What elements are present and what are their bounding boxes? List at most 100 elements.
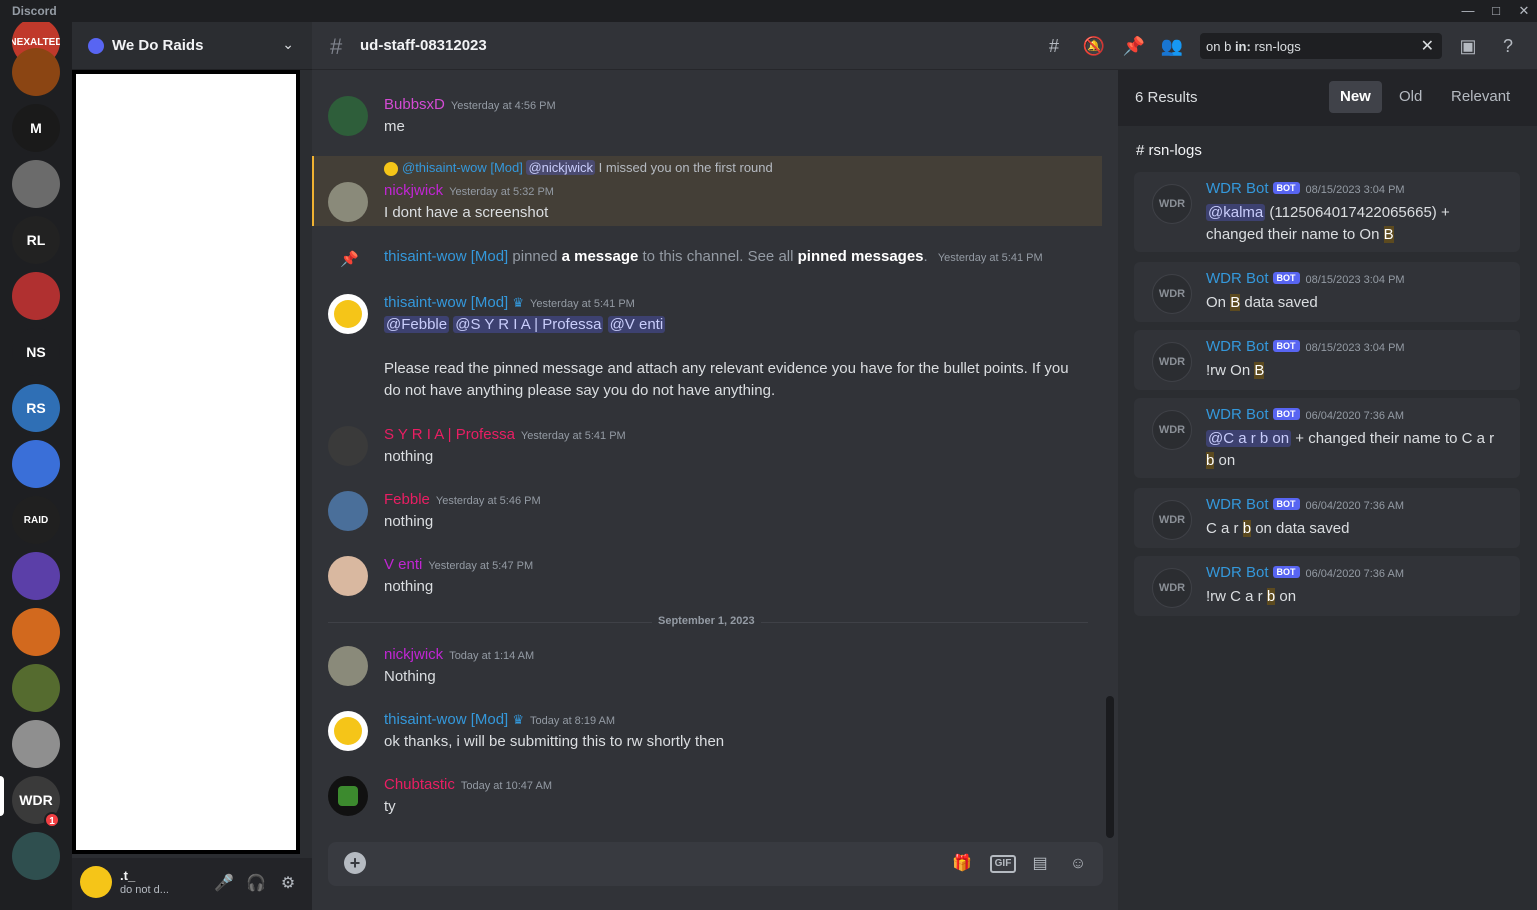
server-icon[interactable] bbox=[12, 272, 60, 320]
avatar[interactable] bbox=[328, 711, 368, 751]
server-icon[interactable] bbox=[12, 552, 60, 600]
server-icon[interactable] bbox=[12, 48, 60, 96]
microphone-icon[interactable]: 🎤 bbox=[212, 872, 236, 896]
bot-tag: BOT bbox=[1272, 408, 1300, 420]
clear-search-icon[interactable]: ✕ bbox=[1421, 36, 1434, 56]
close-window-icon[interactable]: ✕ bbox=[1510, 2, 1537, 20]
search-result[interactable]: WDR WDR Bot BOT 06/04/2020 7:36 AM C a r b o… bbox=[1134, 488, 1520, 548]
avatar[interactable] bbox=[328, 491, 368, 531]
bot-avatar[interactable]: WDR bbox=[1152, 274, 1192, 314]
message-author[interactable]: thisaint-wow [Mod] bbox=[384, 711, 508, 728]
chevron-down-icon[interactable]: ⌄ bbox=[282, 36, 294, 53]
search-result[interactable]: WDR WDR Bot BOT 06/04/2020 7:36 AM !rw C a r… bbox=[1134, 556, 1520, 616]
message-author[interactable]: nickjwick bbox=[384, 182, 443, 199]
avatar[interactable] bbox=[80, 866, 112, 898]
add-attachment-icon[interactable]: + bbox=[344, 852, 366, 874]
bot-tag: BOT bbox=[1272, 498, 1300, 510]
sticker-icon[interactable]: ▤ bbox=[1028, 852, 1052, 876]
server-icon[interactable] bbox=[12, 440, 60, 488]
members-icon[interactable]: 👥 bbox=[1160, 34, 1184, 58]
user-panel: .t_ do not d... 🎤 🎧 ⚙ bbox=[72, 858, 312, 910]
bot-avatar[interactable]: WDR bbox=[1152, 342, 1192, 382]
user-mention[interactable]: @C a r b on bbox=[1206, 430, 1292, 447]
search-result[interactable]: WDR WDR Bot BOT 08/15/2023 3:04 PM !rw On B bbox=[1134, 330, 1520, 390]
message-scrollbar[interactable] bbox=[1106, 696, 1114, 838]
results-channel-label[interactable]: # rsn-logs bbox=[1136, 142, 1202, 159]
bot-avatar[interactable]: WDR bbox=[1152, 568, 1192, 608]
result-author[interactable]: WDR Bot bbox=[1206, 496, 1269, 513]
avatar[interactable] bbox=[328, 426, 368, 466]
user-mention[interactable]: @V enti bbox=[607, 316, 666, 333]
server-icon[interactable]: NS bbox=[12, 328, 60, 376]
server-icon[interactable] bbox=[12, 608, 60, 656]
search-input[interactable]: on b in: rsn-logs ✕ bbox=[1200, 33, 1442, 59]
server-icon[interactable] bbox=[12, 160, 60, 208]
search-result[interactable]: WDR WDR Bot BOT 06/04/2020 7:36 AM @C a r b … bbox=[1134, 398, 1520, 478]
avatar[interactable] bbox=[328, 556, 368, 596]
search-result[interactable]: WDR WDR Bot BOT 08/15/2023 3:04 PM On B data… bbox=[1134, 262, 1520, 322]
message-author[interactable]: nickjwick bbox=[384, 646, 443, 663]
user-mention[interactable]: @Febble bbox=[384, 316, 450, 333]
pin-icon: 📌 bbox=[340, 251, 359, 268]
search-result[interactable]: WDR WDR Bot BOT 08/15/2023 3:04 PM @kalma (1… bbox=[1134, 172, 1520, 252]
avatar[interactable] bbox=[328, 294, 368, 334]
message-author[interactable]: V enti bbox=[384, 556, 422, 573]
result-author[interactable]: WDR Bot bbox=[1206, 338, 1269, 355]
tab-old[interactable]: Old bbox=[1388, 81, 1433, 113]
user-mention[interactable]: @kalma bbox=[1206, 204, 1266, 221]
tab-new[interactable]: New bbox=[1329, 81, 1382, 113]
threads-icon[interactable]: # bbox=[1042, 34, 1066, 58]
result-header: WDR Bot BOT 06/04/2020 7:36 AM bbox=[1206, 406, 1404, 423]
result-text: @C a r b on + changed their name to C a … bbox=[1206, 430, 1495, 469]
bot-avatar[interactable]: WDR bbox=[1152, 500, 1192, 540]
bot-avatar[interactable]: WDR bbox=[1152, 184, 1192, 224]
minimize-icon[interactable]: — bbox=[1454, 2, 1482, 20]
mute-bell-icon[interactable]: 🔕 bbox=[1082, 34, 1106, 58]
pin-icon[interactable]: 📌 bbox=[1122, 34, 1146, 58]
gift-icon[interactable]: 🎁 bbox=[950, 852, 974, 876]
result-author[interactable]: WDR Bot bbox=[1206, 270, 1269, 287]
message-author[interactable]: BubbsxD bbox=[384, 96, 445, 113]
reply-preview[interactable]: @thisaint-wow [Mod] @nickjwick I missed … bbox=[384, 160, 773, 176]
help-icon[interactable]: ? bbox=[1496, 34, 1520, 58]
settings-gear-icon[interactable]: ⚙ bbox=[276, 872, 300, 896]
pinned-messages-link[interactable]: pinned messages bbox=[798, 248, 924, 265]
bot-avatar[interactable]: WDR bbox=[1152, 410, 1192, 450]
headphones-icon[interactable]: 🎧 bbox=[244, 872, 268, 896]
avatar[interactable] bbox=[328, 182, 368, 222]
server-icon[interactable]: RAID bbox=[12, 496, 60, 544]
inbox-icon[interactable]: ▣ bbox=[1456, 34, 1480, 58]
tab-relevant[interactable]: Relevant bbox=[1440, 81, 1521, 113]
user-status: do not d... bbox=[120, 884, 169, 896]
gif-icon[interactable]: GIF bbox=[990, 855, 1016, 873]
message-author[interactable]: Chubtastic bbox=[384, 776, 455, 793]
result-author[interactable]: WDR Bot bbox=[1206, 406, 1269, 423]
message-text: me bbox=[384, 118, 405, 135]
avatar[interactable] bbox=[328, 96, 368, 136]
server-icon[interactable] bbox=[12, 720, 60, 768]
crown-icon: ♛ bbox=[512, 295, 525, 310]
message-author[interactable]: S Y R I A | Professa bbox=[384, 426, 515, 443]
maximize-icon[interactable]: □ bbox=[1482, 2, 1510, 20]
server-icon[interactable] bbox=[12, 832, 60, 880]
emoji-icon[interactable]: ☺ bbox=[1066, 852, 1090, 876]
server-icon[interactable]: RS bbox=[12, 384, 60, 432]
message-mentions: @Febble @S Y R I A | Professa @V enti bbox=[384, 314, 1074, 336]
server-icon[interactable] bbox=[12, 664, 60, 712]
app-name: Discord bbox=[12, 4, 57, 18]
server-icon[interactable]: RL bbox=[12, 216, 60, 264]
avatar[interactable] bbox=[328, 776, 368, 816]
message-author[interactable]: Febble bbox=[384, 491, 430, 508]
channel-header: # ud-staff-08312023 # 🔕 📌 👥 on b in: rsn… bbox=[312, 22, 1537, 70]
avatar[interactable] bbox=[328, 646, 368, 686]
result-text: C a r b on data saved bbox=[1206, 520, 1350, 537]
result-author[interactable]: WDR Bot bbox=[1206, 564, 1269, 581]
user-mention[interactable]: @S Y R I A | Professa bbox=[453, 316, 604, 333]
message-timestamp: Yesterday at 5:41 PM bbox=[520, 430, 626, 442]
result-author[interactable]: WDR Bot bbox=[1206, 180, 1269, 197]
channel-name: ud-staff-08312023 bbox=[360, 37, 487, 54]
message-author[interactable]: thisaint-wow [Mod] bbox=[384, 294, 508, 311]
server-icon[interactable]: M bbox=[12, 104, 60, 152]
guild-header[interactable]: We Do Raids ⌄ bbox=[72, 22, 312, 70]
message-composer[interactable]: + 🎁 GIF ▤ ☺ bbox=[328, 842, 1103, 886]
